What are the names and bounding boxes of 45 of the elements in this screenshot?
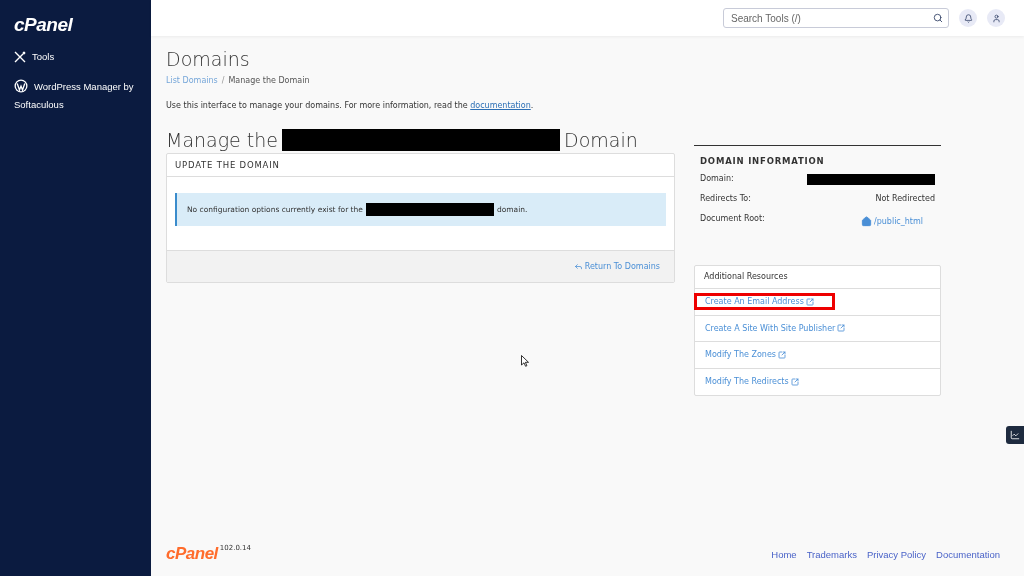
footer-link[interactable]: Privacy Policy xyxy=(866,548,927,560)
bell-icon xyxy=(963,13,973,23)
footer-link[interactable]: Documentation xyxy=(936,548,1000,560)
section-title: DOMAIN INFORMATION xyxy=(700,156,826,166)
external-link-icon xyxy=(837,324,846,333)
info-label: Document Root: xyxy=(700,214,765,223)
panel-title: UPDATE THE DOMAIN xyxy=(167,154,674,177)
panel-title: Additional Resources xyxy=(695,266,940,289)
user-button[interactable] xyxy=(987,9,1005,27)
resource-link[interactable]: Modify The Redirects xyxy=(705,377,799,387)
reply-arrow-icon xyxy=(573,262,583,271)
sidebar-item[interactable]: Tools xyxy=(14,48,151,66)
tools-icon xyxy=(14,51,26,63)
resource-link[interactable]: Create An Email Address xyxy=(705,297,814,307)
intro-text: Use this interface to manage your domains. For more information, read the documentation. xyxy=(166,101,535,110)
breadcrumb-separator: / xyxy=(221,76,225,85)
search-icon xyxy=(933,13,943,23)
notifications-button[interactable] xyxy=(959,9,977,27)
footer-link[interactable]: Trademarks xyxy=(806,548,857,560)
resource-link[interactable]: Modify The Zones xyxy=(705,350,786,360)
resource-link[interactable]: Create A Site With Site Publisher xyxy=(705,323,846,333)
info-label: Redirects To: xyxy=(700,194,751,203)
cpanel-logo[interactable]: cPanel xyxy=(14,14,73,36)
external-link-icon xyxy=(790,377,799,386)
info-value: Not Redirected xyxy=(875,194,935,203)
footer-link[interactable]: Home xyxy=(771,548,797,560)
user-icon xyxy=(991,13,1001,23)
info-label: Domain: xyxy=(700,174,734,183)
cpanel-logo: cPanel xyxy=(166,544,218,564)
external-link-icon xyxy=(805,297,814,306)
return-link[interactable]: Return To Domains xyxy=(573,262,660,271)
documentation-link[interactable]: documentation xyxy=(470,101,531,110)
external-link-icon xyxy=(778,350,786,359)
home-icon xyxy=(861,216,872,227)
chart-button[interactable] xyxy=(1006,426,1024,444)
breadcrumb-current: Manage the Domain xyxy=(228,76,310,85)
heading-text: Manage the xyxy=(166,129,279,151)
heading-text: Domain xyxy=(564,129,638,151)
document-root-link[interactable]: /public_html xyxy=(861,216,923,227)
page-title: Domains xyxy=(166,48,251,70)
search-field[interactable]: Search Tools (/) xyxy=(723,8,949,28)
sidebar-item[interactable]: WordPress Manager by Softaculous xyxy=(14,78,151,114)
cursor-icon xyxy=(521,355,529,367)
wordpress-icon xyxy=(14,79,28,93)
chart-icon xyxy=(1010,430,1020,440)
